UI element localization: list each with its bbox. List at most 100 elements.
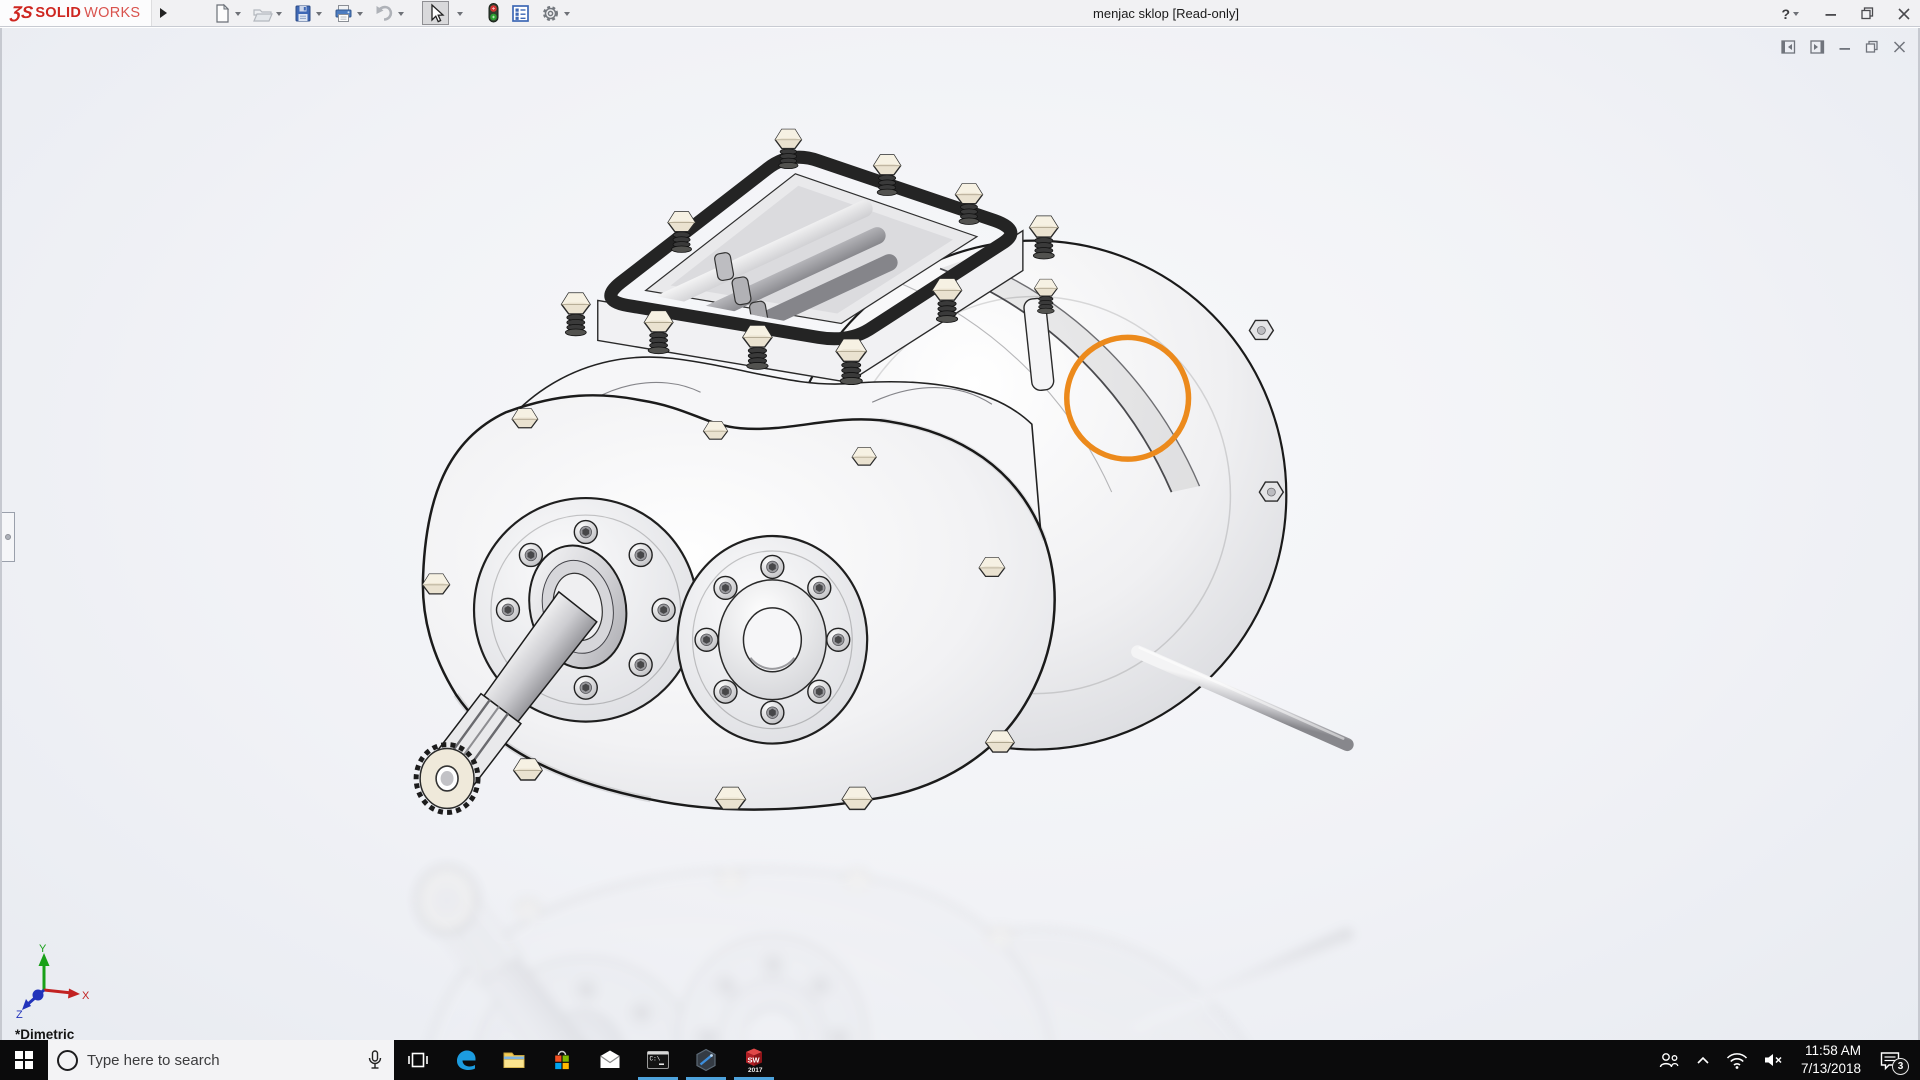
model-reflection — [416, 866, 1347, 1040]
file-explorer-button[interactable] — [490, 1040, 538, 1080]
print-dropdown[interactable] — [357, 11, 363, 19]
solidworks-logo: ƷS SOLID WORKS — [0, 0, 152, 26]
clock-date: 7/13/2018 — [1800, 1061, 1861, 1076]
menu-expand-icon — [159, 8, 167, 18]
document-close-button[interactable] — [1893, 40, 1906, 54]
taskbar-search-input[interactable] — [87, 1051, 357, 1069]
feature-manager-tab-dot — [5, 534, 11, 540]
save-button[interactable] — [289, 1, 328, 25]
options-button[interactable] — [536, 1, 576, 25]
menu-expand-button[interactable] — [152, 0, 174, 26]
solidworks-logo-text-bold: SOLID — [35, 5, 82, 21]
taskbar-search[interactable] — [48, 1040, 394, 1080]
document-window-controls — [1781, 40, 1906, 54]
new-document-dropdown[interactable] — [235, 11, 241, 19]
display-pane-button[interactable] — [506, 1, 535, 25]
select-cursor-icon — [431, 3, 445, 22]
system-tray: 11:58 AM 7/13/2018 3 — [1657, 1040, 1920, 1080]
taskbar: C:\ SW 2017 — [0, 1040, 1920, 1080]
restore-icon — [1861, 7, 1874, 20]
help-button[interactable]: ? — [1781, 6, 1801, 22]
undo-icon — [376, 5, 393, 21]
mail-icon — [600, 1050, 620, 1068]
people-button[interactable] — [1657, 1049, 1681, 1071]
solidworks-logo-glyph: ƷS — [9, 3, 34, 22]
rebuild-button[interactable] — [481, 1, 505, 25]
traffic-light-icon — [488, 3, 499, 23]
feature-manager-collapsed-tab[interactable] — [2, 512, 15, 562]
help-dropdown — [1793, 12, 1799, 19]
close-button[interactable] — [1898, 7, 1910, 20]
hexagon-app-icon — [696, 1048, 716, 1072]
close-icon — [1898, 7, 1910, 20]
hexagon-app-button[interactable] — [682, 1040, 730, 1080]
start-button[interactable] — [0, 1040, 48, 1080]
undo-dropdown[interactable] — [398, 11, 404, 19]
y-axis-label: Y — [39, 944, 47, 955]
options-dropdown[interactable] — [564, 11, 570, 19]
new-document-button[interactable] — [208, 1, 247, 25]
command-prompt-button[interactable]: C:\ — [634, 1040, 682, 1080]
undo-button[interactable] — [370, 1, 410, 25]
minimize-icon — [1825, 13, 1836, 16]
window-title: menjac sklop [Read-only] — [1093, 6, 1239, 21]
title-bar: ƷS SOLID WORKS menjac sklop [Read-only] … — [0, 0, 1920, 27]
save-floppy-icon — [295, 5, 311, 21]
select-tool-dropdown[interactable] — [450, 1, 469, 25]
open-button[interactable] — [248, 1, 288, 25]
x-axis-arrow — [68, 988, 80, 999]
gearbox-model[interactable] — [416, 129, 1347, 812]
microphone-icon[interactable] — [366, 1049, 384, 1071]
options-gear-icon — [543, 5, 558, 21]
edge-button[interactable] — [442, 1040, 490, 1080]
svg-text:2017: 2017 — [748, 1067, 763, 1074]
gearbox-model-canvas[interactable] — [2, 28, 1918, 1040]
graphics-viewport[interactable]: Y X Z *Dimetric — [0, 28, 1920, 1040]
save-dropdown[interactable] — [316, 11, 322, 19]
taskbar-app-icons: C:\ SW 2017 — [394, 1040, 778, 1080]
volume-button[interactable] — [1762, 1050, 1786, 1070]
display-pane-icon — [512, 4, 529, 22]
help-icon: ? — [1781, 5, 1790, 22]
view-orientation-label: *Dimetric — [15, 1027, 75, 1040]
clock-time: 11:58 AM — [1804, 1043, 1861, 1059]
open-folder-icon — [253, 8, 273, 22]
mail-button[interactable] — [586, 1040, 634, 1080]
notification-badge: 3 — [1892, 1058, 1909, 1075]
store-button[interactable] — [538, 1040, 586, 1080]
orientation-triad[interactable]: Y X Z — [14, 944, 92, 1018]
collapse-right-pane-button[interactable] — [1810, 40, 1825, 54]
action-center-button[interactable]: 3 — [1878, 1049, 1909, 1075]
new-document-icon — [216, 3, 230, 23]
clock[interactable]: 11:58 AM 7/13/2018 — [1799, 1042, 1861, 1077]
solidworks-2017-button[interactable]: SW 2017 — [730, 1040, 778, 1080]
solidworks-2017-icon: SW 2017 — [746, 1048, 763, 1074]
svg-text:C:\: C:\ — [650, 1056, 661, 1063]
svg-text:SW: SW — [748, 1056, 761, 1065]
minimize-button[interactable] — [1825, 8, 1837, 20]
people-icon — [1659, 1053, 1679, 1068]
wifi-icon — [1726, 1053, 1748, 1069]
print-button[interactable] — [329, 1, 369, 25]
file-explorer-icon — [503, 1052, 525, 1068]
windows-logo-icon — [15, 1051, 33, 1069]
restore-button[interactable] — [1861, 7, 1874, 20]
chevron-up-icon — [1697, 1056, 1709, 1064]
z-axis-ball — [32, 989, 44, 1001]
edge-icon — [457, 1050, 476, 1070]
document-minimize-button[interactable] — [1839, 40, 1851, 54]
select-tool-button[interactable] — [422, 1, 449, 25]
x-axis-label: X — [82, 990, 90, 1002]
print-icon — [335, 4, 352, 22]
main-toolbar — [208, 0, 576, 27]
collapse-left-pane-button[interactable] — [1781, 40, 1796, 54]
network-button[interactable] — [1725, 1050, 1749, 1070]
tray-overflow-button[interactable] — [1694, 1051, 1712, 1069]
volume-muted-icon — [1765, 1054, 1782, 1066]
command-prompt-icon: C:\ — [647, 1051, 669, 1069]
task-view-icon — [408, 1052, 428, 1068]
task-view-button[interactable] — [394, 1040, 442, 1080]
open-dropdown[interactable] — [276, 11, 282, 19]
document-restore-button[interactable] — [1865, 40, 1879, 54]
z-axis-label: Z — [16, 1009, 23, 1018]
